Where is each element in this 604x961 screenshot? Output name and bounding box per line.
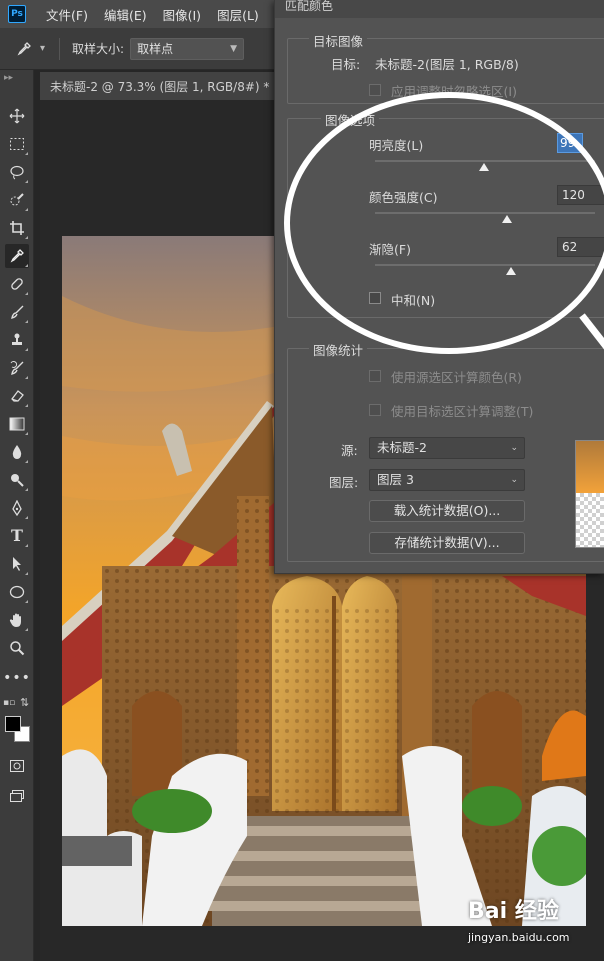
source-select-value: 未标题-2 bbox=[377, 440, 427, 455]
ignore-selection-label: 应用调整时忽略选区(I) bbox=[391, 84, 517, 99]
fade-slider[interactable] bbox=[375, 264, 595, 266]
load-statistics-button[interactable]: 载入统计数据(O)... bbox=[369, 500, 525, 522]
preview-image bbox=[576, 441, 604, 493]
lasso-tool-icon[interactable] bbox=[5, 160, 29, 184]
healing-brush-tool-icon[interactable] bbox=[5, 272, 29, 296]
menu-edit[interactable]: 编辑(E) bbox=[104, 5, 147, 24]
options-divider bbox=[59, 37, 61, 60]
layer-select-value: 图层 3 bbox=[377, 472, 414, 487]
target-label: 目标: bbox=[331, 57, 361, 72]
move-tool-icon[interactable] bbox=[5, 104, 29, 128]
luminance-slider[interactable] bbox=[375, 160, 595, 162]
document-tab[interactable]: 未标题-2 @ 73.3% (图层 1, RGB/8#) * bbox=[40, 72, 280, 100]
clone-stamp-tool-icon[interactable] bbox=[5, 328, 29, 352]
luminance-label: 明亮度(L) bbox=[369, 138, 424, 153]
quick-select-tool-icon[interactable] bbox=[5, 188, 29, 212]
quick-mask-icon[interactable] bbox=[5, 754, 29, 778]
sample-size-select[interactable]: 取样点 ▼ bbox=[130, 37, 245, 60]
sample-size-label: 取样大小: bbox=[72, 42, 125, 56]
neutralize-label: 中和(N) bbox=[391, 293, 436, 308]
type-tool-icon[interactable]: T bbox=[5, 524, 29, 548]
match-color-dialog: 匹配颜色 目标图像 目标: 未标题-2(图层 1, RGB/8) 应用调整时忽略… bbox=[274, 0, 604, 574]
hand-tool-icon[interactable] bbox=[5, 608, 29, 632]
history-brush-tool-icon[interactable] bbox=[5, 356, 29, 380]
blur-tool-icon[interactable] bbox=[5, 440, 29, 464]
menu-file[interactable]: 文件(F) bbox=[46, 5, 88, 24]
save-statistics-button[interactable]: 存储统计数据(V)... bbox=[369, 532, 525, 554]
more-tools-icon[interactable]: ••• bbox=[3, 666, 30, 690]
image-statistics-legend: 图像统计 bbox=[309, 340, 368, 359]
baidu-logo: Bai 经验 bbox=[468, 899, 559, 924]
neutralize-checkbox[interactable] bbox=[369, 292, 381, 304]
default-colors-icon[interactable]: ▪▫ bbox=[3, 698, 15, 708]
document-tab-title: 未标题-2 @ 73.3% (图层 1, RGB/8#) * bbox=[50, 79, 270, 94]
crop-tool-icon[interactable] bbox=[5, 216, 29, 240]
brush-tool-icon[interactable] bbox=[5, 300, 29, 324]
layer-label: 图层: bbox=[329, 475, 359, 490]
ellipse-tool-icon[interactable] bbox=[5, 580, 29, 604]
foreground-color-swatch[interactable] bbox=[5, 716, 21, 732]
watermark-url: jingyan.baidu.com bbox=[468, 931, 570, 944]
fade-input[interactable]: 62 bbox=[557, 237, 604, 257]
tools-panel: ▸▸ T ••• ▪▫ ⇅ bbox=[0, 70, 34, 961]
dodge-tool-icon[interactable] bbox=[5, 468, 29, 492]
color-intensity-input[interactable]: 120 bbox=[557, 185, 604, 205]
source-preview-thumbnail bbox=[575, 440, 604, 548]
chevron-down-icon: ⌄ bbox=[510, 443, 518, 453]
eyedropper-icon[interactable] bbox=[16, 38, 38, 60]
fade-slider-thumb[interactable] bbox=[506, 267, 517, 275]
swap-colors-icon[interactable]: ⇅ bbox=[20, 696, 29, 709]
marquee-tool-icon[interactable] bbox=[5, 132, 29, 156]
use-target-selection-label: 使用目标选区计算调整(T) bbox=[391, 404, 534, 419]
menu-layer[interactable]: 图层(L) bbox=[217, 5, 259, 24]
photoshop-logo: Ps bbox=[8, 5, 26, 23]
gradient-tool-icon[interactable] bbox=[5, 412, 29, 436]
path-selection-tool-icon[interactable] bbox=[5, 552, 29, 576]
chevron-down-icon: ⌄ bbox=[510, 475, 518, 485]
dialog-title: 匹配颜色 bbox=[275, 0, 604, 18]
menu-image[interactable]: 图像(I) bbox=[163, 5, 201, 24]
baidu-jingyan-watermark: Bai 经验 jingyan.baidu.com bbox=[468, 893, 598, 953]
collapse-panel-icon[interactable]: ▸▸ bbox=[4, 73, 13, 83]
source-label: 源: bbox=[341, 443, 358, 458]
chevron-down-icon: ▼ bbox=[230, 43, 238, 54]
target-value: 未标题-2(图层 1, RGB/8) bbox=[375, 57, 519, 72]
color-intensity-slider[interactable] bbox=[375, 212, 595, 214]
sample-size-value: 取样点 bbox=[137, 42, 174, 56]
source-select[interactable]: 未标题-2 ⌄ bbox=[369, 437, 525, 459]
pen-tool-icon[interactable] bbox=[5, 496, 29, 520]
screen-mode-icon[interactable] bbox=[5, 784, 29, 808]
eyedropper-tool-icon[interactable] bbox=[5, 244, 29, 268]
ignore-selection-checkbox[interactable] bbox=[369, 84, 381, 96]
luminance-slider-thumb[interactable] bbox=[478, 163, 489, 171]
use-source-selection-label: 使用源选区计算颜色(R) bbox=[391, 370, 522, 385]
color-intensity-slider-thumb[interactable] bbox=[502, 215, 512, 223]
luminance-input[interactable]: 99 bbox=[557, 133, 583, 153]
target-image-legend: 目标图像 bbox=[309, 31, 368, 50]
tool-preset-chevron-down-icon[interactable]: ▾ bbox=[40, 43, 45, 54]
color-intensity-label: 颜色强度(C) bbox=[369, 190, 438, 205]
preview-transparency bbox=[576, 493, 604, 547]
fade-label: 渐隐(F) bbox=[369, 242, 411, 257]
eraser-tool-icon[interactable] bbox=[5, 384, 29, 408]
layer-select[interactable]: 图层 3 ⌄ bbox=[369, 469, 525, 491]
image-options-legend: 图像选项 bbox=[321, 110, 380, 129]
use-target-selection-checkbox[interactable] bbox=[369, 404, 381, 416]
zoom-tool-icon[interactable] bbox=[5, 636, 29, 660]
use-source-selection-checkbox[interactable] bbox=[369, 370, 381, 382]
